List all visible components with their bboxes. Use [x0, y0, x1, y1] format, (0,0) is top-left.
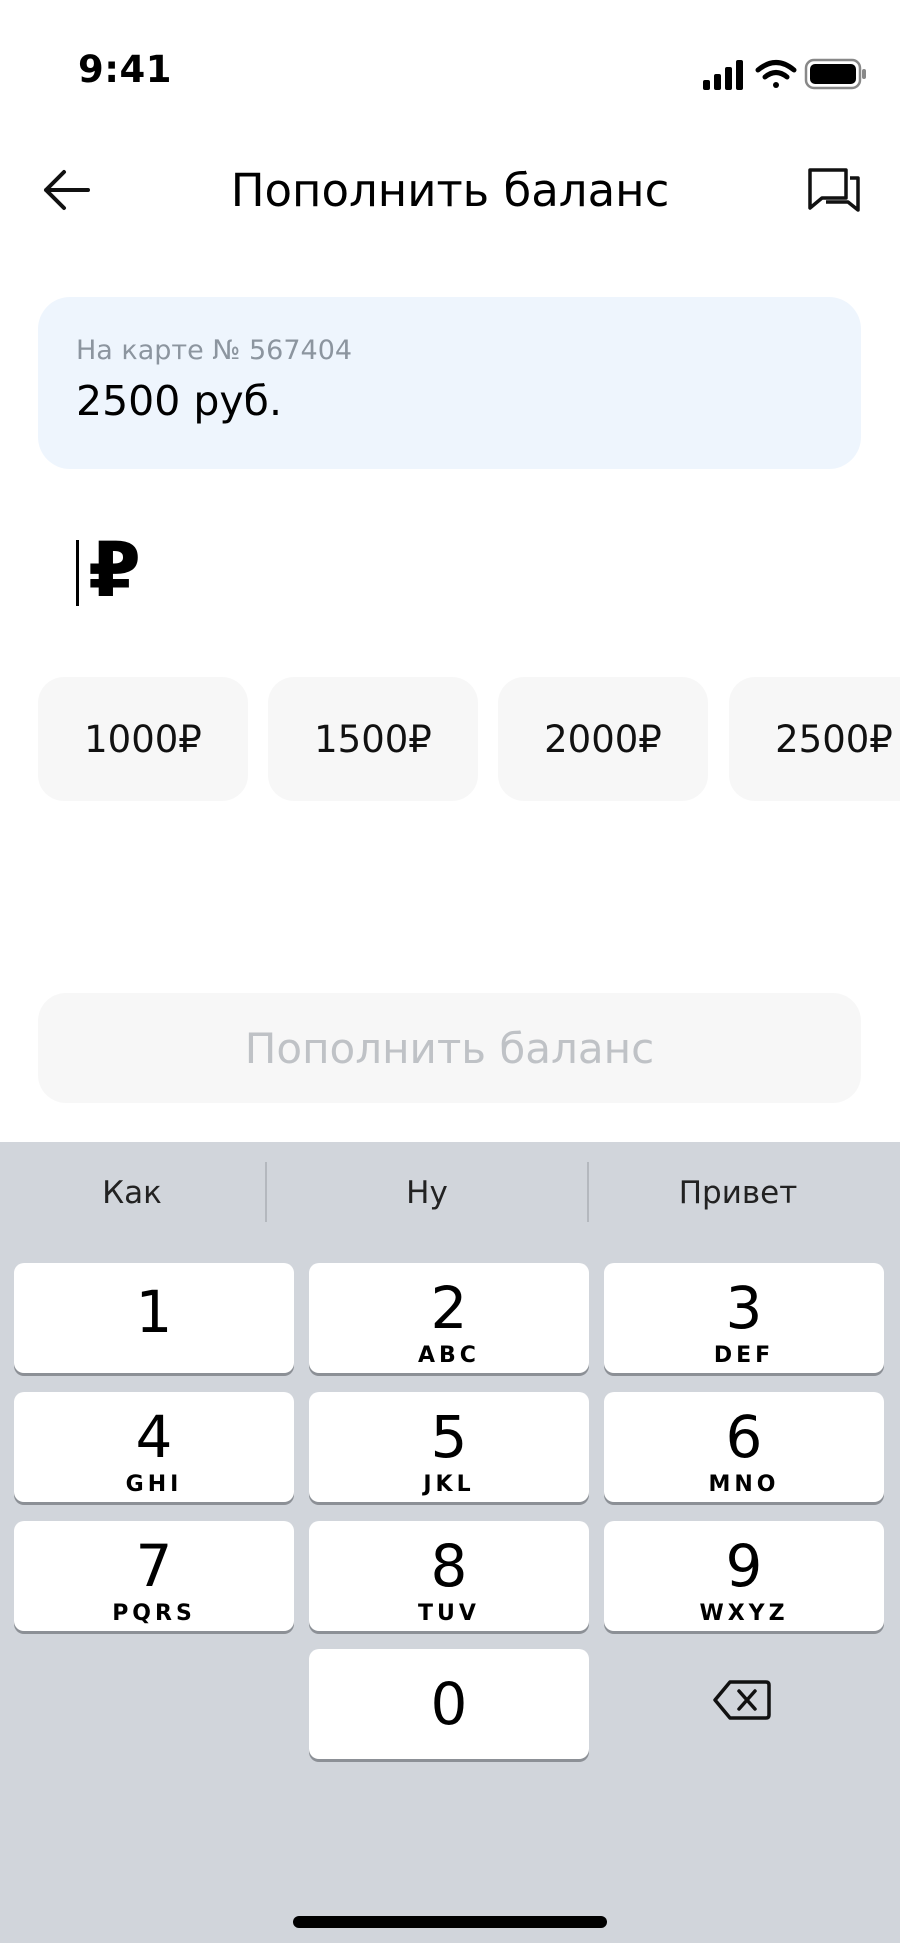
top-up-button[interactable]: Пополнить баланс: [38, 993, 861, 1103]
cellular-signal-icon: [703, 60, 743, 90]
key-digit: 4: [135, 1403, 173, 1471]
key-digit: 3: [725, 1274, 763, 1342]
key-0[interactable]: 0: [309, 1649, 589, 1759]
amount-chip-2500[interactable]: 2500₽: [729, 677, 900, 801]
key-digit: 2: [430, 1274, 468, 1342]
key-letters: JKL: [423, 1472, 475, 1497]
home-indicator: [293, 1916, 607, 1928]
suggestion-divider: [265, 1162, 267, 1222]
key-8[interactable]: 8 TUV: [309, 1521, 589, 1631]
status-icons: [703, 58, 866, 90]
card-number-label: На карте № 567404: [76, 335, 353, 366]
suggestion-3[interactable]: Привет: [588, 1160, 888, 1226]
key-letters: PQRS: [112, 1601, 196, 1626]
key-4[interactable]: 4 GHI: [14, 1392, 294, 1502]
key-letters: TUV: [418, 1601, 480, 1626]
amount-chips: 1000₽ 1500₽ 2000₽ 2500₽: [38, 677, 900, 801]
backspace-icon[interactable]: [712, 1678, 772, 1722]
key-digit: 6: [725, 1403, 763, 1471]
balance-card: На карте № 567404 2500 руб.: [38, 297, 861, 469]
key-letters: GHI: [125, 1472, 183, 1497]
amount-chip-2000[interactable]: 2000₽: [498, 677, 708, 801]
key-9[interactable]: 9 WXYZ: [604, 1521, 884, 1631]
key-digit: 5: [430, 1403, 468, 1471]
key-7[interactable]: 7 PQRS: [14, 1521, 294, 1631]
ruble-sign: ₽: [88, 525, 141, 614]
key-digit: 7: [135, 1532, 173, 1600]
key-2[interactable]: 2 ABC: [309, 1263, 589, 1373]
key-letters: WXYZ: [699, 1601, 789, 1626]
key-3[interactable]: 3 DEF: [604, 1263, 884, 1373]
key-letters: DEF: [713, 1343, 775, 1368]
wifi-icon: [755, 60, 797, 88]
key-letters: ABC: [418, 1343, 480, 1368]
card-balance-value: 2500 руб.: [76, 377, 282, 425]
key-digit: 9: [725, 1532, 763, 1600]
page-title: Пополнить баланс: [230, 164, 670, 217]
suggestion-1[interactable]: Как: [0, 1160, 282, 1226]
key-1[interactable]: 1: [14, 1263, 294, 1373]
amount-chip-1500[interactable]: 1500₽: [268, 677, 478, 801]
key-6[interactable]: 6 MNO: [604, 1392, 884, 1502]
status-time: 9:41: [78, 48, 173, 91]
key-digit: 8: [430, 1532, 468, 1600]
amount-chip-1000[interactable]: 1000₽: [38, 677, 248, 801]
amount-input[interactable]: ₽: [76, 530, 476, 610]
key-digit: 0: [430, 1670, 468, 1738]
key-5[interactable]: 5 JKL: [309, 1392, 589, 1502]
text-caret: [76, 540, 79, 606]
battery-icon: [804, 58, 866, 90]
key-letters: MNO: [708, 1472, 780, 1497]
numeric-keyboard: Как Ну Привет 1 2 ABC 3 DEF 4 GHI 5 JKL …: [0, 1142, 900, 1943]
key-digit: 1: [135, 1278, 173, 1346]
chat-icon[interactable]: [806, 164, 862, 216]
suggestion-2[interactable]: Ну: [277, 1160, 577, 1226]
